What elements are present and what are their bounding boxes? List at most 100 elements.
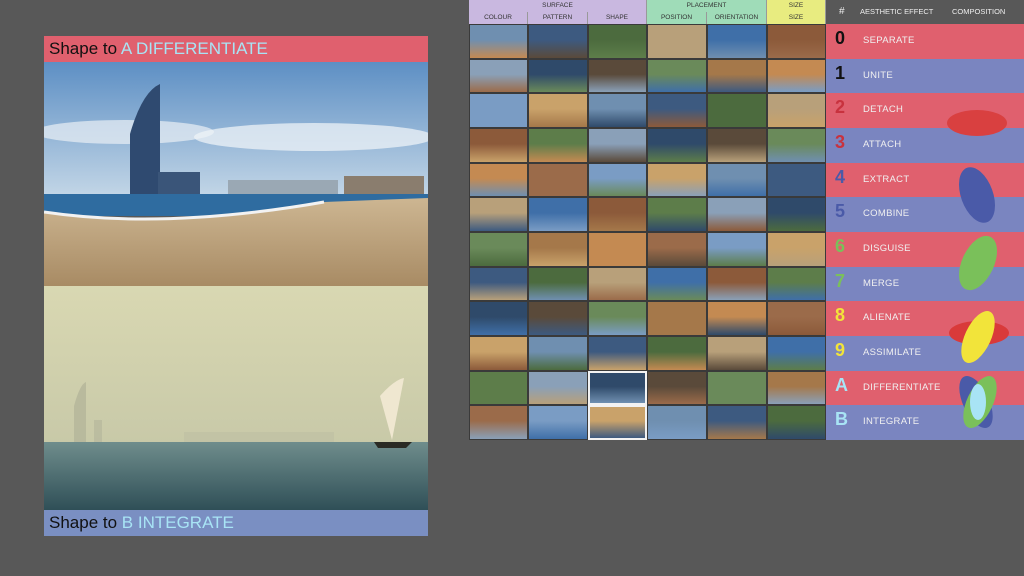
thumbnail-image: [767, 128, 826, 163]
legend-row-unite: 1 UNITE: [826, 58, 1024, 94]
legend-row-extract: 4 EXTRACT: [826, 162, 1024, 198]
legend-effect-label: DISGUISE: [863, 243, 911, 254]
column-header-pattern: PATTERN: [528, 12, 588, 24]
legend-number: 3: [835, 132, 846, 152]
thumbnail-image: [528, 336, 588, 371]
legend-effect-label: UNITE: [863, 69, 893, 81]
thumbnail-image: [647, 58, 707, 94]
thumbnail-image: [588, 197, 647, 232]
top-title-prefix: Shape to: [49, 39, 118, 58]
group-header-surface: SURFACE: [469, 0, 647, 12]
thumbnail-image: [767, 232, 826, 267]
thumbnail-image: [767, 24, 826, 59]
thumbnail-image: [528, 370, 588, 406]
hazy-sea-sailboat-photo: [44, 286, 428, 510]
thumbnail-image: [647, 93, 707, 128]
thumbnail-image: [767, 162, 826, 198]
top-title-keyword: A DIFFERENTIATE: [120, 39, 268, 58]
legend-number: A: [835, 374, 848, 395]
thumbnail-image: [469, 336, 528, 371]
thumbnail-image: [707, 232, 767, 267]
thumbnail-image: [707, 58, 767, 94]
thumbnail-image: [647, 24, 707, 59]
thumbnail-image: [528, 266, 588, 302]
thumbnail-image: [469, 162, 528, 198]
thumbnail-image: [469, 197, 528, 232]
thumbnail-image: [528, 93, 588, 128]
legend-effect-label: ATTACH: [863, 139, 902, 150]
thumbnail-image: [588, 336, 647, 371]
thumbnail-image: [647, 266, 707, 302]
legend-row-detach: 2 DETACH: [826, 93, 1024, 128]
legend-effect-label: ALIENATE: [863, 312, 911, 324]
thumbnail-image: [707, 301, 767, 336]
thumbnail-image: [588, 93, 647, 128]
group-header-size: SIZE: [767, 0, 826, 12]
legend-number: 4: [835, 166, 846, 187]
thumbnail-image: [588, 58, 647, 94]
column-header-position: POSITION: [647, 12, 707, 24]
thumbnail-image: [647, 197, 707, 232]
thumbnail-image: [469, 128, 528, 163]
legend-row-alienate: 8 ALIENATE: [826, 301, 1024, 336]
legend-number: 1: [835, 62, 846, 83]
thumbnail-image: [707, 128, 767, 163]
thumbnail-image: [528, 301, 588, 336]
legend-number: 8: [835, 305, 846, 326]
differentiate-title-bar: Shape to A DIFFERENTIATE: [44, 36, 428, 62]
legend-number: 9: [835, 340, 846, 360]
thumbnail-image: [588, 232, 647, 267]
thumbnail-image: [469, 93, 528, 128]
effect-legend: # AESTHETIC EFFECT COMPOSITION 0 SEPARATE…: [826, 0, 1024, 440]
thumbnail-image: [528, 405, 588, 440]
column-header-colour: COLOUR: [469, 12, 528, 24]
beach-hotel-photo: [44, 62, 428, 286]
thumbnail-image: [647, 405, 707, 440]
thumbnail-image: [647, 232, 707, 267]
thumbnail-image: [707, 197, 767, 232]
column-header-shape: SHAPE: [588, 12, 647, 24]
legend-composition-header: COMPOSITION: [952, 7, 1006, 16]
legend-row-assimilate: 9 ASSIMILATE: [826, 336, 1024, 371]
thumbnail-image: [528, 162, 588, 198]
legend-row-separate: 0 SEPARATE: [826, 24, 1024, 59]
thumbnail-image: [767, 197, 826, 232]
thumbnail-image: [469, 266, 528, 302]
column-header-orientation: ORIENTATION: [707, 12, 767, 24]
legend-aesthetic-effect-header: AESTHETIC EFFECT: [860, 7, 934, 16]
thumbnail-image: [707, 336, 767, 371]
thumbnail-image: [528, 58, 588, 94]
legend-effect-label: MERGE: [863, 277, 900, 289]
thumbnail-image: [767, 93, 826, 128]
thumbnail-image: [767, 336, 826, 371]
legend-row-differentiate: A DIFFERENTIATE: [826, 370, 1024, 406]
thumbnail-image: [647, 336, 707, 371]
thumbnail-image: [588, 266, 647, 302]
thumbnail-image: [707, 24, 767, 59]
thumbnail-image: [707, 162, 767, 198]
thumbnail-image: [647, 162, 707, 198]
legend-row-attach: 3 ATTACH: [826, 128, 1024, 163]
thumbnail-image: [469, 58, 528, 94]
legend-number: 5: [835, 201, 846, 222]
integrate-title-bar: Shape to B INTEGRATE: [44, 510, 428, 536]
thumbnail-image: [469, 301, 528, 336]
legend-effect-label: COMBINE: [863, 208, 910, 220]
legend-effect-label: DIFFERENTIATE: [863, 381, 941, 393]
thumbnail-image: [647, 370, 707, 406]
group-header-placement: PLACEMENT: [647, 0, 767, 12]
legend-effect-label: EXTRACT: [863, 173, 910, 185]
legend-number: 2: [835, 97, 846, 118]
thumbnail-image: [469, 370, 528, 406]
thumbnail-image: [469, 232, 528, 267]
legend-number: 7: [835, 270, 846, 291]
legend-effect-label: SEPARATE: [863, 35, 915, 46]
thumbnail-image: [767, 405, 826, 440]
thumbnail-image: [767, 266, 826, 302]
bottom-title-prefix: Shape to: [49, 513, 118, 532]
legend-number: 6: [835, 236, 846, 256]
thumbnail-image: [588, 301, 647, 336]
thumbnail-image: [767, 301, 826, 336]
thumbnail-image: [528, 197, 588, 232]
legend-effect-label: INTEGRATE: [863, 416, 920, 428]
